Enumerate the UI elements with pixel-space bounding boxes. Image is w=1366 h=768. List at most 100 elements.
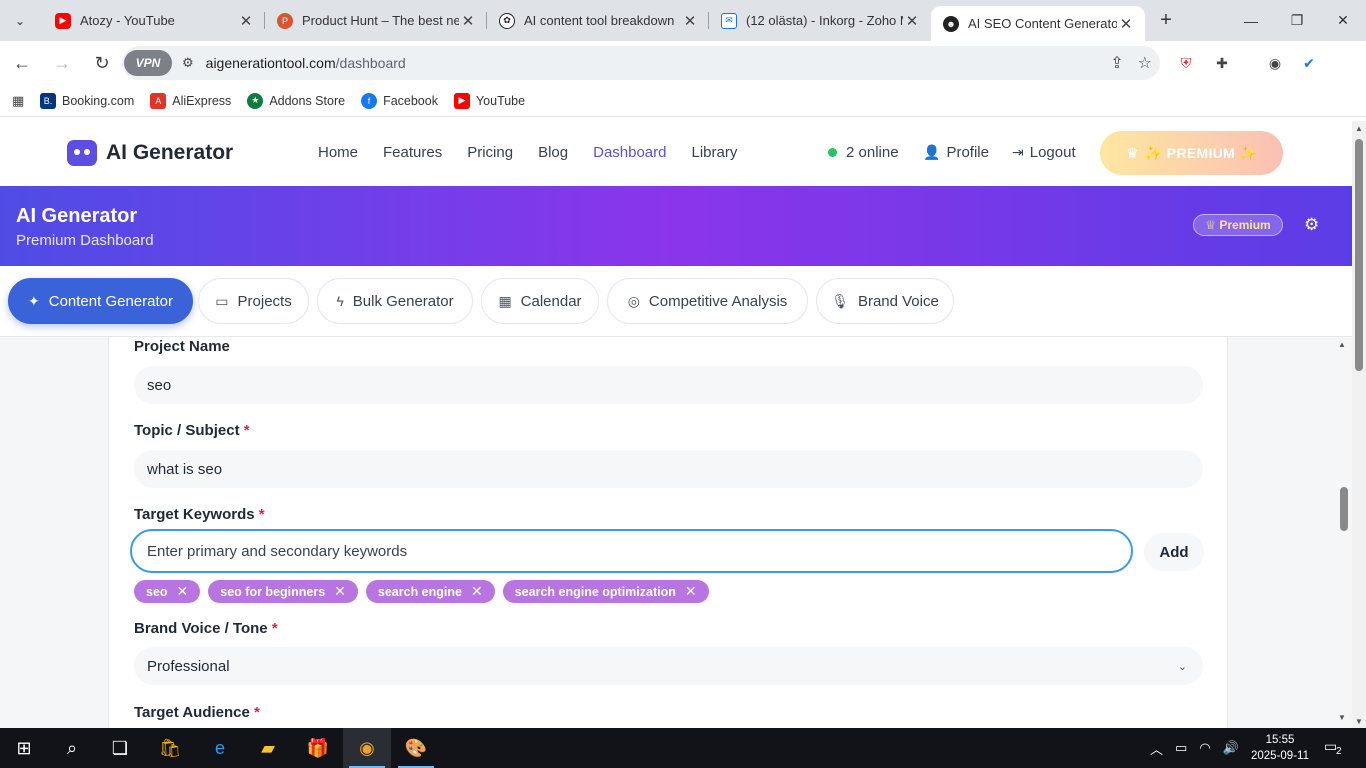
- scrollbar-thumb[interactable]: [1355, 139, 1363, 371]
- producthunt-icon: P: [277, 12, 293, 29]
- menu-dashboard[interactable]: Dashboard: [593, 144, 666, 161]
- chevron-down-icon: ⌄: [1177, 660, 1187, 673]
- keyword-chip: search engine optimization ✕: [502, 580, 709, 603]
- url-text[interactable]: aigenerationtool.com/dashboard: [206, 55, 406, 71]
- premium-button[interactable]: ♛ ✨ PREMIUM ✨: [1100, 131, 1283, 175]
- logout-link[interactable]: ⇥ Logout: [1012, 144, 1076, 161]
- tab-content-generator[interactable]: ✦ Content Generator: [8, 278, 193, 324]
- restore-icon[interactable]: ❐: [1274, 0, 1320, 41]
- bookmark-3[interactable]: f Facebook: [361, 92, 438, 109]
- browser-tab-1[interactable]: P Product Hunt – The best new ✕: [265, 0, 487, 41]
- bookmark-0[interactable]: B. Booking.com: [40, 92, 134, 109]
- security-extension-icon[interactable]: ✔: [1297, 51, 1321, 75]
- tab-title: Atozy - YouTube: [80, 13, 175, 28]
- tab-bulk-generator[interactable]: ϟ Bulk Generator: [317, 278, 473, 324]
- paint-app-icon[interactable]: 🎨: [392, 728, 440, 768]
- task-view-icon[interactable]: ❏: [96, 728, 144, 768]
- close-icon[interactable]: ✕: [903, 12, 921, 30]
- minimize-icon[interactable]: —: [1228, 0, 1274, 41]
- back-icon[interactable]: ←: [4, 45, 40, 81]
- site-info-icon[interactable]: ⚙: [182, 55, 194, 71]
- browser-tab-3[interactable]: ✉ (12 olästa) - Inkorg - Zoho M ✕: [709, 0, 931, 41]
- menu-home[interactable]: Home: [318, 144, 358, 161]
- battery-icon[interactable]: ▭: [1175, 740, 1187, 756]
- menu-features[interactable]: Features: [383, 144, 442, 161]
- remove-icon[interactable]: ✕: [177, 583, 189, 600]
- bookmark-1[interactable]: A AliExpress: [150, 92, 231, 109]
- close-icon[interactable]: ✕: [237, 12, 255, 30]
- tab-title: Product Hunt – The best new: [302, 13, 459, 28]
- remove-icon[interactable]: ✕: [685, 583, 697, 600]
- scroll-up-icon[interactable]: ▲: [1355, 124, 1363, 133]
- scroll-down-icon[interactable]: ▼: [1355, 717, 1363, 726]
- share-icon[interactable]: ⇪: [1110, 53, 1123, 73]
- tone-select[interactable]: Professional ⌄: [134, 647, 1203, 685]
- keywords-input[interactable]: Enter primary and secondary keywords: [130, 529, 1133, 573]
- site-logo[interactable]: AI Generator: [67, 140, 233, 166]
- topic-input[interactable]: what is seo: [134, 450, 1203, 488]
- taskbar-clock[interactable]: 15:55 2025-09-11: [1250, 732, 1310, 764]
- profile-avatar-icon[interactable]: ◉: [1263, 51, 1287, 75]
- gear-icon[interactable]: ⚙: [1304, 215, 1319, 235]
- dashboard-subtitle: Premium Dashboard: [16, 232, 154, 249]
- apps-grid-icon[interactable]: ▦: [12, 93, 24, 109]
- logout-icon: ⇥: [1012, 144, 1024, 160]
- edge-icon[interactable]: e: [196, 728, 244, 768]
- tab-title: (12 olästa) - Inkorg - Zoho M: [746, 13, 903, 28]
- inner-scroll-down-icon[interactable]: ▼: [1338, 713, 1346, 722]
- project-name-label: Project Name: [134, 338, 230, 355]
- omnibox[interactable]: VPN ⚙ aigenerationtool.com/dashboard ⇪ ☆: [122, 46, 1160, 80]
- windows-start-icon[interactable]: ⊞: [0, 728, 48, 768]
- tab-calendar[interactable]: ▦ Calendar: [481, 278, 599, 324]
- window-close-icon[interactable]: ✕: [1320, 0, 1366, 41]
- site-icon: ☻: [943, 15, 959, 32]
- new-tab-button[interactable]: +: [1151, 9, 1181, 32]
- add-keyword-button[interactable]: Add: [1144, 533, 1204, 571]
- extensions-icon[interactable]: ✚: [1210, 51, 1234, 75]
- youtube-icon: ▶: [55, 12, 71, 29]
- reload-icon[interactable]: ↻: [84, 45, 120, 81]
- store-icon[interactable]: 🛍: [146, 728, 194, 768]
- inner-scrollbar-thumb[interactable]: [1340, 487, 1348, 531]
- close-icon[interactable]: ✕: [459, 12, 477, 30]
- inner-scroll-up-icon[interactable]: ▲: [1338, 340, 1346, 349]
- remove-icon[interactable]: ✕: [471, 583, 483, 600]
- menu-library[interactable]: Library: [692, 144, 738, 161]
- audience-label: Target Audience *: [134, 704, 260, 721]
- bookmark-4[interactable]: ▶ YouTube: [453, 92, 525, 109]
- main-menu: Home Features Pricing Blog Dashboard Lib…: [318, 144, 762, 161]
- calendar-icon: ▦: [498, 292, 512, 309]
- browser-tab-2[interactable]: ✿ AI content tool breakdown ✕: [487, 0, 709, 41]
- remove-icon[interactable]: ✕: [334, 583, 346, 600]
- close-icon[interactable]: ✕: [681, 12, 699, 30]
- gift-app-icon[interactable]: 🎁: [294, 728, 342, 768]
- project-name-input[interactable]: seo: [134, 366, 1203, 404]
- forward-icon[interactable]: →: [44, 45, 80, 81]
- tab-search-button[interactable]: ⌄: [5, 6, 35, 36]
- target-icon: ◎: [627, 292, 640, 309]
- keyword-chip: seo ✕: [134, 580, 201, 603]
- menu-blog[interactable]: Blog: [538, 144, 568, 161]
- close-icon[interactable]: ✕: [1117, 15, 1135, 33]
- profile-link[interactable]: 👤 Profile: [923, 144, 989, 161]
- tab-brand-voice[interactable]: 🎙 Brand Voice: [816, 278, 954, 324]
- browser-tab-0[interactable]: ▶ Atozy - YouTube ✕: [43, 0, 265, 41]
- search-icon[interactable]: ⌕: [48, 728, 96, 768]
- bookmark-2[interactable]: ★ Addons Store: [247, 92, 345, 109]
- menu-pricing[interactable]: Pricing: [467, 144, 513, 161]
- bookmark-star-icon[interactable]: ☆: [1138, 53, 1152, 73]
- tone-label: Brand Voice / Tone *: [134, 620, 278, 637]
- volume-icon[interactable]: 🔊: [1223, 740, 1239, 756]
- browser-tab-active[interactable]: ☻ AI SEO Content Generator & ✕: [931, 6, 1145, 41]
- tab-projects[interactable]: ▭ Projects: [198, 278, 309, 324]
- shield-extension-icon[interactable]: ⛨: [1174, 51, 1198, 75]
- file-explorer-icon[interactable]: ▰: [244, 728, 292, 768]
- tab-competitive-analysis[interactable]: ◎ Competitive Analysis: [607, 278, 808, 324]
- wifi-icon[interactable]: ◠: [1199, 740, 1210, 756]
- crown-icon: ♛: [1126, 144, 1139, 161]
- vpn-badge[interactable]: VPN: [124, 50, 172, 76]
- notification-icon[interactable]: ▭ 2: [1324, 738, 1344, 758]
- youtube-icon: ▶: [453, 92, 470, 109]
- browser-app-icon[interactable]: ◉: [343, 728, 391, 768]
- tray-expand-icon[interactable]: ︿: [1150, 739, 1163, 758]
